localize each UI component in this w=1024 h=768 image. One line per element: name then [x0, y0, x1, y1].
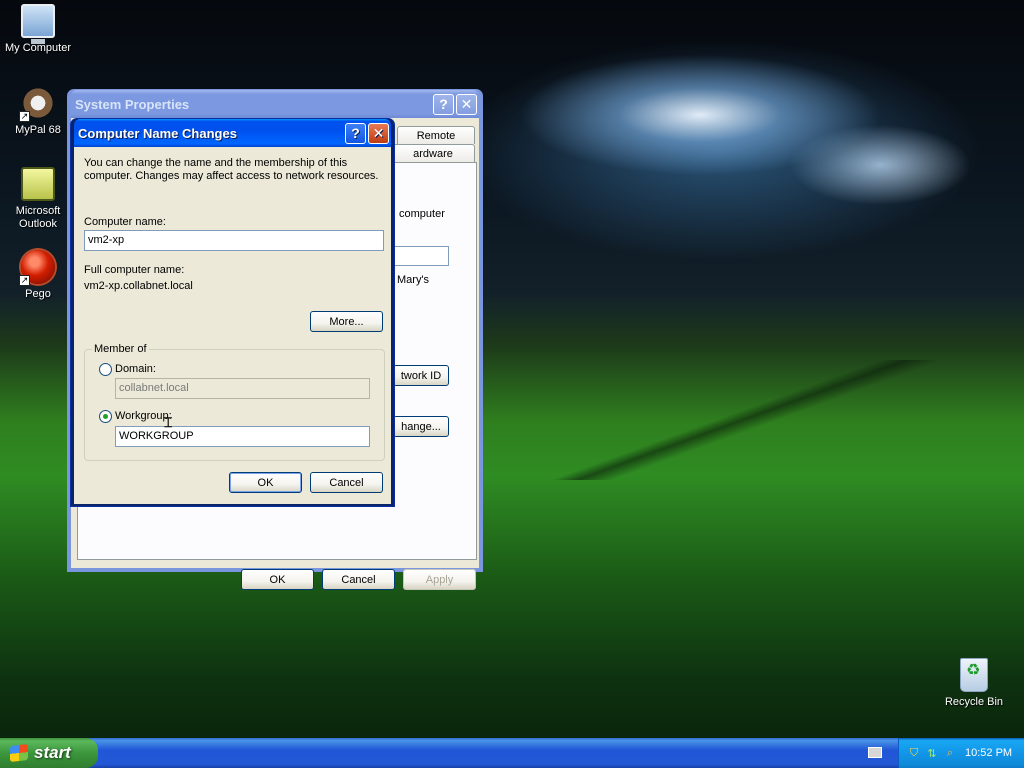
system-tray: ⛉ ⇅ ⌕ 10:52 PM	[898, 738, 1024, 768]
desktop-icon-pego[interactable]: ↗ Pego	[0, 250, 76, 301]
network-id-button[interactable]: twork ID	[393, 365, 449, 386]
desktop-icon-mypal[interactable]: ↗ MyPal 68	[0, 86, 76, 137]
desktop-icon-recycle-bin[interactable]: Recycle Bin	[936, 658, 1012, 709]
domain-label: Domain:	[115, 363, 156, 375]
start-label: start	[34, 743, 71, 762]
more-button[interactable]: More...	[310, 311, 383, 332]
close-button[interactable]: ✕	[368, 122, 389, 144]
dialog-client: You can change the name and the membersh…	[74, 147, 391, 504]
cancel-button[interactable]: Cancel	[322, 569, 395, 590]
computer-name-label: Computer name:	[84, 216, 166, 228]
desktop-icon-outlook[interactable]: Microsoft Outlook	[0, 167, 76, 231]
window-title: System Properties	[75, 96, 190, 112]
system-properties-titlebar[interactable]: System Properties ? ✕	[71, 90, 479, 118]
change-button[interactable]: hange...	[393, 416, 449, 437]
domain-input[interactable]: collabnet.local	[115, 378, 370, 399]
desktop-icon-label: Microsoft Outlook	[15, 205, 61, 230]
ok-button[interactable]: OK	[241, 569, 314, 590]
desktop-icon-label: MyPal 68	[15, 124, 61, 136]
tab-hardware[interactable]: ardware	[391, 144, 475, 162]
shortcut-arrow-icon: ↗	[19, 275, 30, 286]
clock[interactable]: 10:52 PM	[965, 747, 1012, 759]
computer-description-field[interactable]	[393, 246, 449, 266]
desktop-icon-my-computer[interactable]: My Computer	[0, 4, 76, 55]
partial-full-name-text: Mary's	[397, 274, 430, 286]
close-button[interactable]: ✕	[456, 93, 477, 115]
full-computer-name-value: vm2-xp.collabnet.local	[84, 280, 193, 292]
keyboard-icon[interactable]	[868, 747, 882, 758]
partial-description-text: computer	[399, 208, 445, 220]
recycle-bin-icon	[960, 658, 988, 692]
computer-name-input[interactable]: vm2-xp	[84, 230, 384, 251]
security-shield-icon[interactable]: ⛉	[907, 746, 921, 760]
search-icon[interactable]: ⌕	[943, 746, 957, 760]
wallpaper-window-shadow	[480, 360, 1024, 480]
text-cursor-icon: ⌶	[164, 414, 173, 430]
pego-icon: ↗	[19, 250, 55, 286]
desktop-icon-label: Pego	[25, 288, 51, 300]
help-button[interactable]: ?	[433, 93, 454, 115]
network-icon[interactable]: ⇅	[925, 746, 939, 760]
desktop-icon-label: Recycle Bin	[944, 696, 1004, 708]
computer-icon	[21, 4, 55, 44]
mypal-icon: ↗	[19, 86, 55, 122]
help-button[interactable]: ?	[345, 122, 366, 144]
ok-button[interactable]: OK	[229, 472, 302, 493]
windows-flag-icon	[10, 744, 28, 762]
full-computer-name-label: Full computer name:	[84, 264, 185, 276]
apply-button[interactable]: Apply	[403, 569, 476, 590]
dialog-description: You can change the name and the membersh…	[84, 157, 379, 182]
dialog-title: Computer Name Changes	[78, 125, 237, 141]
workgroup-input[interactable]: WORKGROUP	[115, 426, 370, 447]
outlook-icon	[21, 167, 55, 201]
computer-name-changes-dialog[interactable]: Computer Name Changes ? ✕ You can change…	[70, 118, 395, 507]
start-button[interactable]: start	[0, 738, 98, 768]
taskbar: start ⛉ ⇅ ⌕ 10:52 PM	[0, 738, 1024, 768]
workgroup-radio[interactable]	[99, 410, 112, 423]
tab-remote[interactable]: Remote	[397, 126, 475, 144]
cancel-button[interactable]: Cancel	[310, 472, 383, 493]
member-of-label: Member of	[92, 343, 149, 355]
dialog-titlebar[interactable]: Computer Name Changes ? ✕	[74, 119, 391, 147]
domain-radio[interactable]	[99, 363, 112, 376]
shortcut-arrow-icon: ↗	[19, 111, 30, 122]
